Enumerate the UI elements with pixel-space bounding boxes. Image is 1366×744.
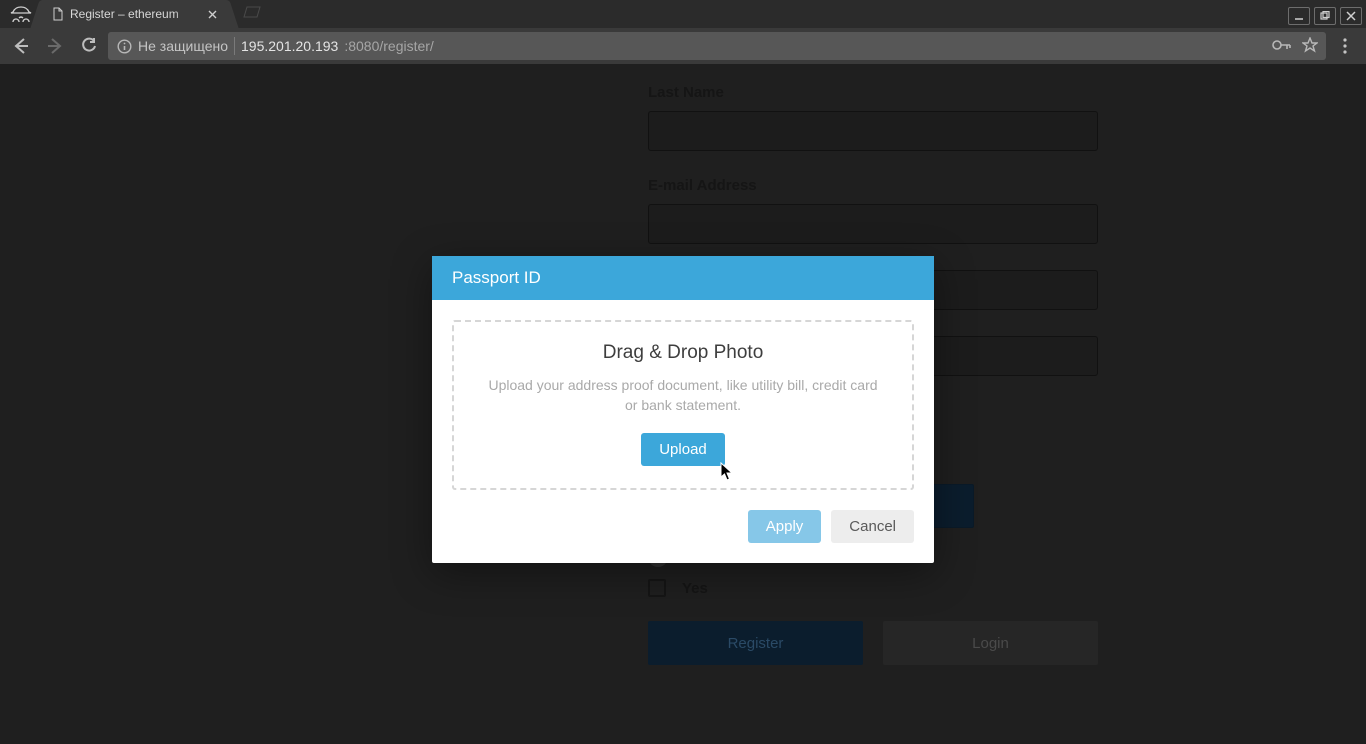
reload-button[interactable] xyxy=(74,31,104,61)
modal-title: Passport ID xyxy=(432,256,934,300)
tab-close-button[interactable] xyxy=(205,7,219,21)
browser-toolbar: Не защищено 195.201.20.193 :8080/register… xyxy=(0,28,1366,64)
window-minimize-button[interactable] xyxy=(1288,7,1310,25)
upload-button[interactable]: Upload xyxy=(641,433,725,466)
new-tab-button[interactable] xyxy=(241,5,261,24)
dropzone-title: Drag & Drop Photo xyxy=(482,342,884,364)
window-close-button[interactable] xyxy=(1340,7,1362,25)
tab-strip: Register – ethereum xyxy=(42,0,1288,28)
address-bar[interactable]: Не защищено 195.201.20.193 :8080/register… xyxy=(108,32,1326,60)
window-maximize-button[interactable] xyxy=(1314,7,1336,25)
omnibox-divider xyxy=(234,37,235,55)
browser-tab[interactable]: Register – ethereum xyxy=(42,0,227,28)
site-info-icon[interactable] xyxy=(116,38,132,54)
url-host: 195.201.20.193 xyxy=(241,38,338,54)
dropzone-description: Upload your address proof document, like… xyxy=(482,376,884,415)
security-status: Не защищено xyxy=(138,38,228,54)
window-controls xyxy=(1288,0,1366,28)
viewport: Last Name E-mail Address I'm 18 years ol… xyxy=(0,64,1366,744)
forward-button[interactable] xyxy=(40,31,70,61)
tab-title: Register – ethereum xyxy=(70,7,199,21)
bookmark-star-icon[interactable] xyxy=(1302,37,1318,56)
window-titlebar: Register – ethereum xyxy=(0,0,1366,28)
passport-modal: Passport ID Drag & Drop Photo Upload you… xyxy=(432,256,934,563)
page-icon xyxy=(52,7,64,21)
apply-button[interactable]: Apply xyxy=(748,510,822,543)
save-password-icon[interactable] xyxy=(1272,38,1292,55)
cancel-button[interactable]: Cancel xyxy=(831,510,914,543)
modal-overlay[interactable]: Passport ID Drag & Drop Photo Upload you… xyxy=(0,64,1366,744)
url-path: :8080/register/ xyxy=(344,38,434,54)
browser-menu-button[interactable] xyxy=(1330,31,1360,61)
back-button[interactable] xyxy=(6,31,36,61)
photo-dropzone[interactable]: Drag & Drop Photo Upload your address pr… xyxy=(452,320,914,490)
